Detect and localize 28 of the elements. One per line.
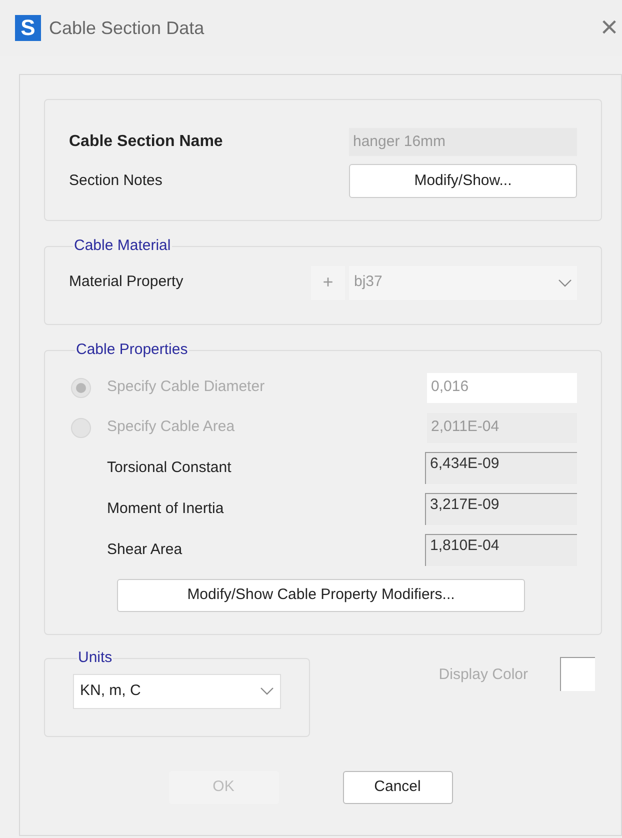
field-label: Torsional Constant bbox=[107, 458, 232, 478]
field-label: Material Property bbox=[69, 272, 184, 292]
group-title: Cable Properties bbox=[75, 340, 189, 360]
display-color-label: Display Color bbox=[438, 665, 528, 685]
group-title: Cable Material bbox=[73, 236, 172, 256]
name-field[interactable]: hanger 16mm bbox=[349, 128, 577, 156]
field-label: Cable Section Name bbox=[69, 132, 223, 152]
app-logo: S bbox=[15, 15, 41, 41]
value-field: 3,217E-09 bbox=[425, 493, 577, 525]
group-title: Units bbox=[77, 648, 114, 668]
close-button[interactable]: × bbox=[600, 13, 618, 43]
chevron-down-icon bbox=[558, 278, 572, 286]
modifiers-button[interactable]: Modify/Show Cable Property Modifiers... bbox=[117, 578, 525, 612]
dialog-button[interactable]: Cancel bbox=[342, 771, 452, 804]
value-field: 1,810E-04 bbox=[425, 534, 577, 566]
field-label: Moment of Inertia bbox=[107, 498, 224, 519]
field-label: Shear Area bbox=[107, 540, 182, 560]
chevron-down-icon bbox=[260, 687, 274, 695]
value-field: 6,434E-09 bbox=[425, 452, 577, 484]
modify-show-button[interactable]: Modify/Show... bbox=[349, 164, 577, 198]
add-button[interactable]: + bbox=[311, 266, 345, 300]
field-label: Section Notes bbox=[69, 170, 162, 191]
color-swatch[interactable] bbox=[560, 657, 595, 691]
window-title: Cable Section Data bbox=[49, 16, 204, 40]
radio-label: Specify Cable Diameter bbox=[107, 377, 265, 398]
units-dropdown[interactable]: KN, m, C bbox=[73, 674, 281, 708]
material-dropdown[interactable]: bj37 bbox=[349, 266, 577, 300]
radio-label: Specify Cable Area bbox=[107, 417, 235, 438]
